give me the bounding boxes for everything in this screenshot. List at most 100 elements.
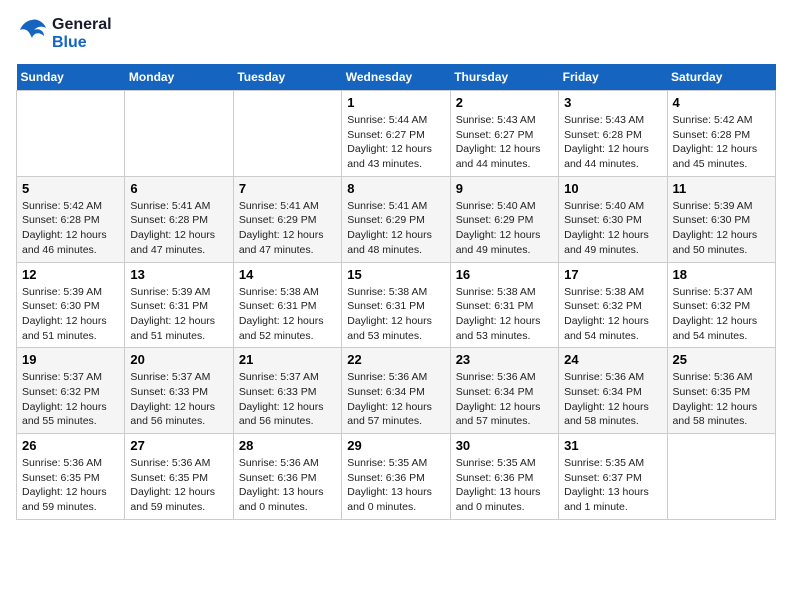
day-info: Sunrise: 5:39 AM Sunset: 6:30 PM Dayligh… xyxy=(673,199,770,258)
day-number: 8 xyxy=(347,181,444,196)
day-number: 19 xyxy=(22,352,119,367)
calendar-day-header: Wednesday xyxy=(342,64,450,91)
calendar-cell: 11 Sunrise: 5:39 AM Sunset: 6:30 PM Dayli… xyxy=(667,176,775,262)
day-info: Sunrise: 5:43 AM Sunset: 6:27 PM Dayligh… xyxy=(456,113,553,172)
calendar-cell: 16 Sunrise: 5:38 AM Sunset: 6:31 PM Dayli… xyxy=(450,262,558,348)
day-info: Sunrise: 5:37 AM Sunset: 6:32 PM Dayligh… xyxy=(673,285,770,344)
calendar-day-header: Tuesday xyxy=(233,64,341,91)
day-info: Sunrise: 5:35 AM Sunset: 6:37 PM Dayligh… xyxy=(564,456,661,515)
day-number: 3 xyxy=(564,95,661,110)
calendar-header-row: SundayMondayTuesdayWednesdayThursdayFrid… xyxy=(17,64,776,91)
day-number: 31 xyxy=(564,438,661,453)
day-info: Sunrise: 5:41 AM Sunset: 6:28 PM Dayligh… xyxy=(130,199,227,258)
logo-blue: Blue xyxy=(52,34,112,52)
day-number: 7 xyxy=(239,181,336,196)
day-number: 17 xyxy=(564,267,661,282)
day-number: 28 xyxy=(239,438,336,453)
calendar-cell: 4 Sunrise: 5:42 AM Sunset: 6:28 PM Daylig… xyxy=(667,91,775,177)
day-info: Sunrise: 5:38 AM Sunset: 6:31 PM Dayligh… xyxy=(456,285,553,344)
calendar-week-row: 1Sunrise: 5:44 AM Sunset: 6:27 PM Daylig… xyxy=(17,91,776,177)
calendar-cell: 8 Sunrise: 5:41 AM Sunset: 6:29 PM Daylig… xyxy=(342,176,450,262)
day-number: 29 xyxy=(347,438,444,453)
calendar-day-header: Friday xyxy=(559,64,667,91)
calendar-cell: 7 Sunrise: 5:41 AM Sunset: 6:29 PM Daylig… xyxy=(233,176,341,262)
calendar-cell: 19Sunrise: 5:37 AM Sunset: 6:32 PM Dayli… xyxy=(17,348,125,434)
day-number: 14 xyxy=(239,267,336,282)
day-number: 13 xyxy=(130,267,227,282)
day-number: 26 xyxy=(22,438,119,453)
day-info: Sunrise: 5:36 AM Sunset: 6:34 PM Dayligh… xyxy=(347,370,444,429)
day-info: Sunrise: 5:42 AM Sunset: 6:28 PM Dayligh… xyxy=(673,113,770,172)
page-header: General Blue xyxy=(16,16,776,52)
calendar-day-header: Sunday xyxy=(17,64,125,91)
day-info: Sunrise: 5:41 AM Sunset: 6:29 PM Dayligh… xyxy=(239,199,336,258)
day-number: 16 xyxy=(456,267,553,282)
logo: General Blue xyxy=(16,16,112,52)
calendar-table: SundayMondayTuesdayWednesdayThursdayFrid… xyxy=(16,64,776,520)
calendar-cell: 30 Sunrise: 5:35 AM Sunset: 6:36 PM Dayli… xyxy=(450,434,558,520)
calendar-cell: 31 Sunrise: 5:35 AM Sunset: 6:37 PM Dayli… xyxy=(559,434,667,520)
calendar-day-header: Saturday xyxy=(667,64,775,91)
logo-text: General Blue xyxy=(52,16,112,51)
calendar-day-header: Monday xyxy=(125,64,233,91)
day-number: 30 xyxy=(456,438,553,453)
calendar-cell: 22Sunrise: 5:36 AM Sunset: 6:34 PM Dayli… xyxy=(342,348,450,434)
day-number: 12 xyxy=(22,267,119,282)
calendar-cell: 2 Sunrise: 5:43 AM Sunset: 6:27 PM Daylig… xyxy=(450,91,558,177)
calendar-cell: 27Sunrise: 5:36 AM Sunset: 6:35 PM Dayli… xyxy=(125,434,233,520)
calendar-cell xyxy=(125,91,233,177)
day-info: Sunrise: 5:39 AM Sunset: 6:30 PM Dayligh… xyxy=(22,285,119,344)
day-number: 21 xyxy=(239,352,336,367)
calendar-cell: 29 Sunrise: 5:35 AM Sunset: 6:36 PM Dayli… xyxy=(342,434,450,520)
calendar-cell: 26Sunrise: 5:36 AM Sunset: 6:35 PM Dayli… xyxy=(17,434,125,520)
calendar-week-row: 19Sunrise: 5:37 AM Sunset: 6:32 PM Dayli… xyxy=(17,348,776,434)
day-info: Sunrise: 5:42 AM Sunset: 6:28 PM Dayligh… xyxy=(22,199,119,258)
day-info: Sunrise: 5:37 AM Sunset: 6:33 PM Dayligh… xyxy=(130,370,227,429)
day-info: Sunrise: 5:36 AM Sunset: 6:35 PM Dayligh… xyxy=(673,370,770,429)
calendar-week-row: 12 Sunrise: 5:39 AM Sunset: 6:30 PM Dayli… xyxy=(17,262,776,348)
day-info: Sunrise: 5:35 AM Sunset: 6:36 PM Dayligh… xyxy=(456,456,553,515)
day-number: 1 xyxy=(347,95,444,110)
day-info: Sunrise: 5:36 AM Sunset: 6:34 PM Dayligh… xyxy=(456,370,553,429)
day-number: 25 xyxy=(673,352,770,367)
calendar-cell xyxy=(17,91,125,177)
day-info: Sunrise: 5:40 AM Sunset: 6:29 PM Dayligh… xyxy=(456,199,553,258)
day-number: 15 xyxy=(347,267,444,282)
day-number: 27 xyxy=(130,438,227,453)
day-info: Sunrise: 5:38 AM Sunset: 6:31 PM Dayligh… xyxy=(347,285,444,344)
day-number: 6 xyxy=(130,181,227,196)
day-number: 2 xyxy=(456,95,553,110)
day-number: 23 xyxy=(456,352,553,367)
day-number: 10 xyxy=(564,181,661,196)
day-info: Sunrise: 5:39 AM Sunset: 6:31 PM Dayligh… xyxy=(130,285,227,344)
calendar-cell: 3 Sunrise: 5:43 AM Sunset: 6:28 PM Daylig… xyxy=(559,91,667,177)
calendar-week-row: 5 Sunrise: 5:42 AM Sunset: 6:28 PM Daylig… xyxy=(17,176,776,262)
calendar-cell: 17 Sunrise: 5:38 AM Sunset: 6:32 PM Dayli… xyxy=(559,262,667,348)
calendar-cell: 12 Sunrise: 5:39 AM Sunset: 6:30 PM Dayli… xyxy=(17,262,125,348)
calendar-cell: 18Sunrise: 5:37 AM Sunset: 6:32 PM Dayli… xyxy=(667,262,775,348)
day-number: 5 xyxy=(22,181,119,196)
day-info: Sunrise: 5:38 AM Sunset: 6:32 PM Dayligh… xyxy=(564,285,661,344)
calendar-cell: 5 Sunrise: 5:42 AM Sunset: 6:28 PM Daylig… xyxy=(17,176,125,262)
day-info: Sunrise: 5:43 AM Sunset: 6:28 PM Dayligh… xyxy=(564,113,661,172)
calendar-week-row: 26Sunrise: 5:36 AM Sunset: 6:35 PM Dayli… xyxy=(17,434,776,520)
day-number: 20 xyxy=(130,352,227,367)
day-number: 11 xyxy=(673,181,770,196)
day-number: 24 xyxy=(564,352,661,367)
day-info: Sunrise: 5:38 AM Sunset: 6:31 PM Dayligh… xyxy=(239,285,336,344)
day-number: 4 xyxy=(673,95,770,110)
day-info: Sunrise: 5:37 AM Sunset: 6:33 PM Dayligh… xyxy=(239,370,336,429)
calendar-cell xyxy=(233,91,341,177)
day-info: Sunrise: 5:35 AM Sunset: 6:36 PM Dayligh… xyxy=(347,456,444,515)
calendar-cell: 25 Sunrise: 5:36 AM Sunset: 6:35 PM Dayli… xyxy=(667,348,775,434)
calendar-cell: 24Sunrise: 5:36 AM Sunset: 6:34 PM Dayli… xyxy=(559,348,667,434)
calendar-cell: 10 Sunrise: 5:40 AM Sunset: 6:30 PM Dayli… xyxy=(559,176,667,262)
day-info: Sunrise: 5:36 AM Sunset: 6:36 PM Dayligh… xyxy=(239,456,336,515)
day-info: Sunrise: 5:40 AM Sunset: 6:30 PM Dayligh… xyxy=(564,199,661,258)
calendar-cell xyxy=(667,434,775,520)
day-info: Sunrise: 5:41 AM Sunset: 6:29 PM Dayligh… xyxy=(347,199,444,258)
day-number: 9 xyxy=(456,181,553,196)
calendar-cell: 28 Sunrise: 5:36 AM Sunset: 6:36 PM Dayli… xyxy=(233,434,341,520)
logo-container: General Blue xyxy=(16,16,112,52)
calendar-day-header: Thursday xyxy=(450,64,558,91)
